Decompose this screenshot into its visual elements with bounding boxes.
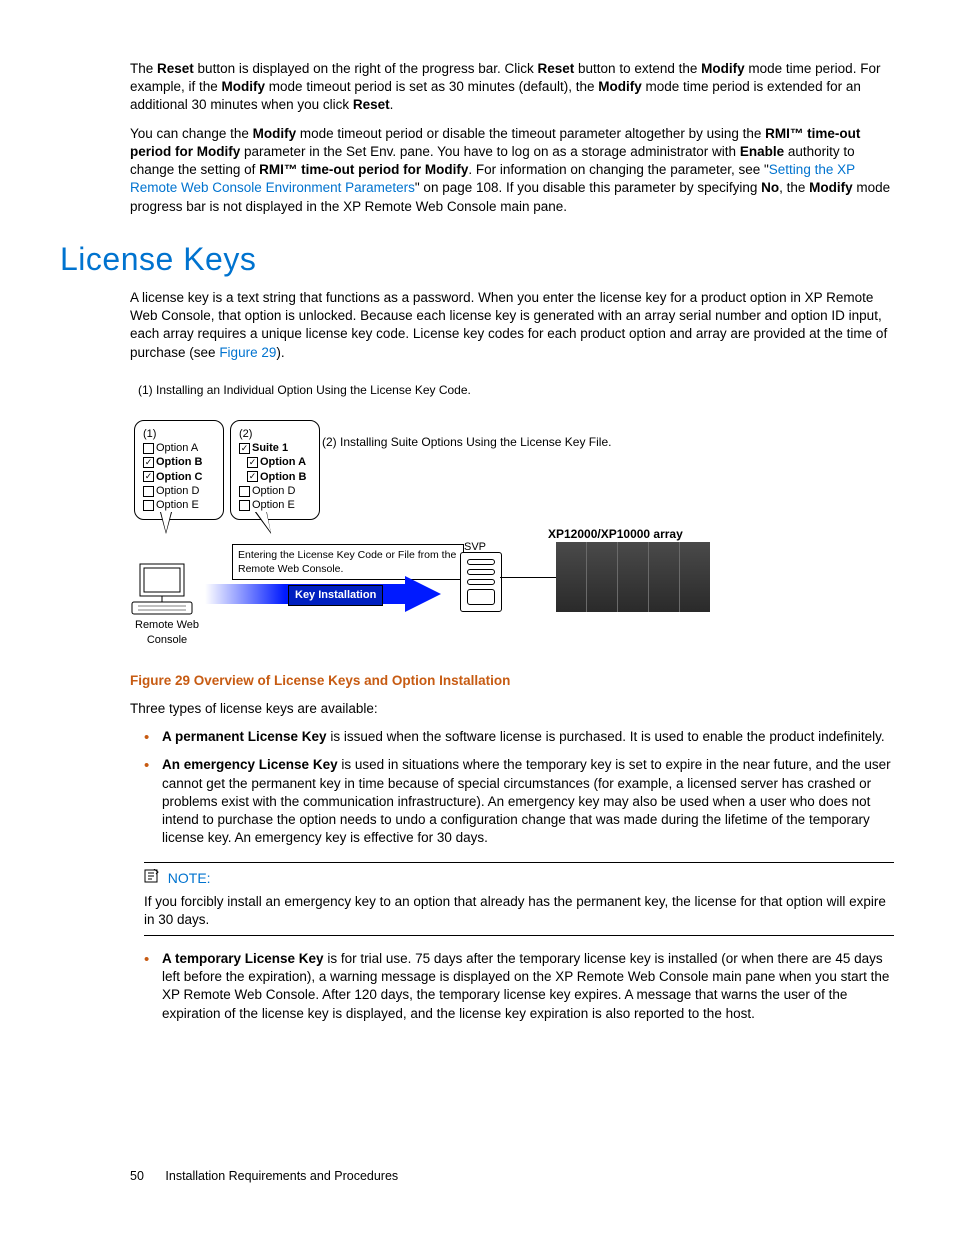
enter-key-box: Entering the License Key Code or File fr… <box>232 544 464 580</box>
note-body: If you forcibly install an emergency key… <box>144 893 894 929</box>
array-label: XP12000/XP10000 array <box>548 526 683 542</box>
figure-29-diagram: (1) Installing an Individual Option Usin… <box>130 382 730 662</box>
note-heading: NOTE: <box>168 870 211 886</box>
note-block: NOTE: If you forcibly install an emergen… <box>144 862 894 936</box>
paragraph-modify-timeout: You can change the Modify mode timeout p… <box>130 125 894 216</box>
page-number: 50 <box>130 1169 144 1183</box>
connection-line <box>500 577 556 579</box>
svp-server-icon <box>460 552 502 612</box>
page-footer: 50 Installation Requirements and Procedu… <box>130 1168 398 1185</box>
computer-icon <box>130 562 200 618</box>
figure-29-caption: Figure 29 Overview of License Keys and O… <box>130 672 894 690</box>
paragraph-reset: The Reset button is displayed on the rig… <box>130 60 894 115</box>
link-figure-29[interactable]: Figure 29 <box>219 345 276 360</box>
paragraph-license-intro: A license key is a text string that func… <box>130 289 894 362</box>
bubble-individual-option: (1) Option A ✓Option B ✓Option C Option … <box>134 420 224 520</box>
bullet-permanent-key: A permanent License Key is issued when t… <box>144 728 894 746</box>
note-icon <box>144 869 160 888</box>
bubble-suite-option: (2) ✓Suite 1 ✓Option A ✓Option B Option … <box>230 420 320 520</box>
figure-label-2: (2) Installing Suite Options Using the L… <box>322 434 611 450</box>
bullet-emergency-key: An emergency License Key is used in situ… <box>144 756 894 847</box>
heading-license-keys: License Keys <box>60 238 894 281</box>
footer-title: Installation Requirements and Procedures <box>165 1169 398 1183</box>
paragraph-three-types: Three types of license keys are availabl… <box>130 700 894 718</box>
figure-label-1: (1) Installing an Individual Option Usin… <box>138 382 471 398</box>
key-installation-label: Key Installation <box>288 585 383 606</box>
bullet-temporary-key: A temporary License Key is for trial use… <box>144 950 894 1023</box>
storage-array-icon <box>556 542 710 612</box>
remote-web-console-label: Remote Web Console <box>132 618 202 648</box>
